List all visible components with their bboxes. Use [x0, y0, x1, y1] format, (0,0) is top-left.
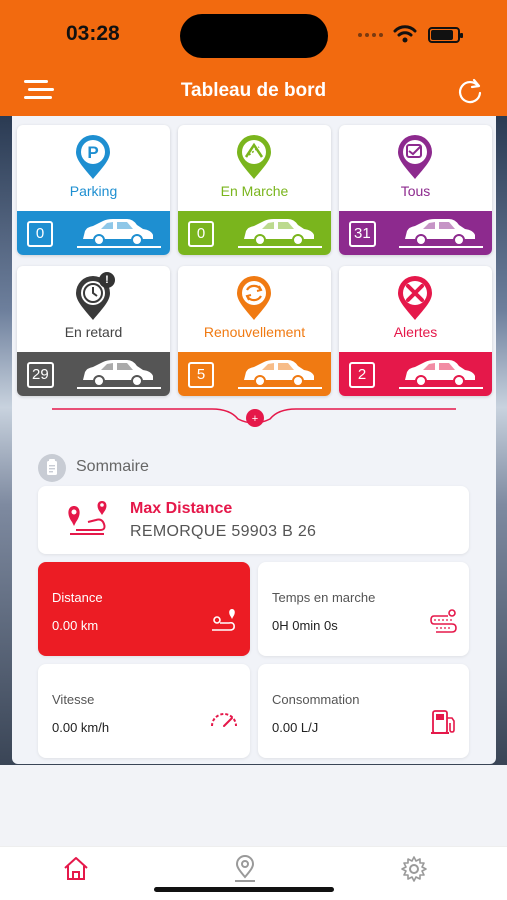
home-indicator — [154, 887, 334, 892]
car-icon — [399, 217, 483, 254]
consumption-card[interactable]: Consommation 0.00 L/J — [258, 664, 469, 758]
car-icon — [238, 358, 322, 395]
speedometer-icon — [211, 713, 237, 727]
distance-value: 0.00 km — [52, 618, 99, 633]
app-header: Tableau de bord — [0, 66, 507, 116]
running-icon — [234, 135, 274, 186]
max-distance-vehicle: REMORQUE 59903 B 26 — [130, 523, 317, 540]
tile-parking[interactable]: P Parking 0 — [17, 125, 170, 255]
tile-band: 0 — [178, 211, 331, 255]
home-icon[interactable] — [62, 855, 90, 883]
gear-icon[interactable] — [400, 855, 428, 883]
running-time-value: 0H 0min 0s — [272, 618, 338, 633]
tile-count: 31 — [349, 221, 376, 247]
wifi-icon — [393, 25, 417, 43]
tile-count: 0 — [27, 221, 53, 247]
speed-label: Vitesse — [52, 692, 95, 707]
parking-icon: P — [73, 135, 113, 186]
expand-button[interactable]: + — [244, 407, 266, 429]
car-icon — [238, 217, 322, 254]
tile-band: 29 — [17, 352, 170, 396]
tile-label: En retard — [64, 324, 123, 340]
status-time: 03:28 — [66, 22, 120, 45]
tile-label: En Marche — [220, 183, 289, 199]
tile-count: 2 — [349, 362, 375, 388]
car-icon — [399, 358, 483, 395]
distance-label: Distance — [52, 590, 103, 605]
speed-card[interactable]: Vitesse 0.00 km/h — [38, 664, 250, 758]
speed-value: 0.00 km/h — [52, 720, 110, 735]
tile-band: 31 — [339, 211, 492, 255]
fuel-icon — [431, 710, 455, 734]
status-bar: 03:28 — [0, 0, 507, 66]
signal-icon — [358, 33, 383, 37]
all-vehicles-icon — [395, 135, 435, 186]
route-pin-icon — [68, 501, 107, 535]
clipboard-icon — [38, 454, 66, 482]
tile-en-retard[interactable]: ! En retard 29 — [17, 266, 170, 396]
dynamic-island — [180, 14, 328, 58]
refresh-icon[interactable] — [456, 77, 484, 105]
battery-icon — [428, 27, 463, 43]
alert-icon — [395, 276, 435, 327]
car-icon — [77, 217, 161, 254]
renewal-icon — [234, 276, 274, 327]
max-distance-card[interactable]: Max Distance REMORQUE 59903 B 26 — [38, 486, 469, 554]
tile-band: 2 — [339, 352, 492, 396]
page-title: Tableau de bord — [180, 80, 327, 101]
tile-band: 0 — [17, 211, 170, 255]
tile-count: 5 — [188, 362, 214, 388]
tile-label: Parking — [69, 183, 118, 199]
consumption-value: 0.00 L/J — [272, 720, 319, 735]
consumption-label: Consommation — [272, 692, 360, 707]
tile-label: Alertes — [393, 324, 438, 340]
tile-label: Renouvellement — [203, 324, 306, 340]
tile-en-marche[interactable]: En Marche 0 — [178, 125, 331, 255]
tile-count: 29 — [27, 362, 54, 388]
svg-text:+: + — [252, 413, 258, 425]
running-time-card[interactable]: Temps en marche 0H 0min 0s — [258, 562, 469, 656]
map-pin-icon[interactable] — [231, 855, 259, 885]
tile-tous[interactable]: Tous 31 — [339, 125, 492, 255]
tile-count: 0 — [188, 221, 214, 247]
svg-text:P: P — [87, 143, 98, 162]
tile-band: 5 — [178, 352, 331, 396]
tile-renouvellement[interactable]: Renouvellement 5 — [178, 266, 331, 396]
road-trip-icon — [430, 609, 457, 633]
warning-badge-icon: ! — [99, 272, 115, 288]
max-distance-title: Max Distance — [130, 500, 233, 517]
summary-title: Sommaire — [76, 458, 149, 475]
distance-card[interactable]: Distance 0.00 km — [38, 562, 250, 656]
running-time-label: Temps en marche — [272, 590, 376, 605]
car-icon — [77, 358, 161, 395]
tile-label: Tous — [400, 183, 431, 199]
tile-alertes[interactable]: Alertes 2 — [339, 266, 492, 396]
route-icon — [212, 609, 235, 631]
